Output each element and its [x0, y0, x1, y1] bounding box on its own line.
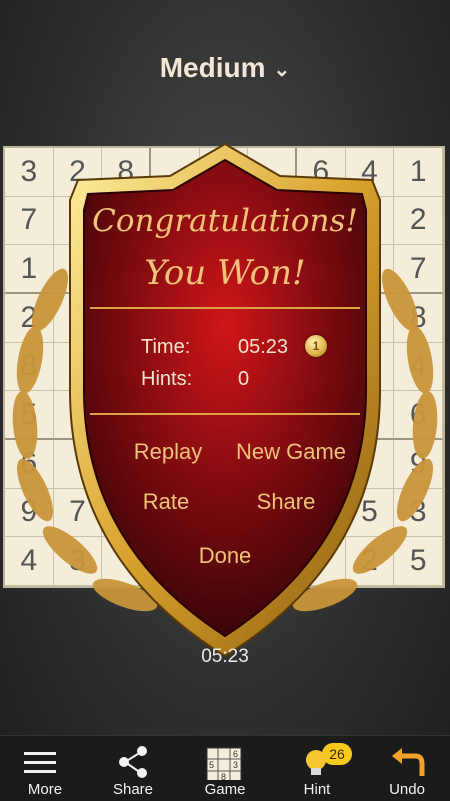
share-icon	[119, 746, 147, 778]
congratulations-title: Congratulations!	[92, 203, 358, 239]
menu-icon	[24, 752, 56, 773]
time-value: 05:23	[238, 336, 289, 358]
difficulty-label: Medium	[159, 52, 266, 83]
svg-text:3: 3	[233, 760, 238, 770]
sudoku-grid-icon: 6 5 3 8	[206, 747, 242, 780]
divider	[90, 307, 360, 309]
share-label: Share	[112, 781, 154, 798]
hint-label: Hint	[303, 781, 331, 798]
board-cell[interactable]: 2	[394, 196, 443, 246]
difficulty-selector[interactable]: Medium ⌄	[0, 52, 450, 84]
more-button[interactable]: More	[0, 736, 90, 801]
game-button[interactable]: 6 5 3 8 Game	[180, 736, 270, 801]
rate-button[interactable]: Rate	[118, 489, 214, 515]
hints-label: Hints:	[141, 368, 193, 390]
bottom-nav: More Share 6 5 3 8 Game 26 Hint Undo	[0, 735, 450, 801]
hint-count-badge: 26	[322, 743, 352, 765]
coin-icon: 1	[305, 335, 327, 357]
game-label: Game	[204, 781, 246, 798]
svg-text:8: 8	[221, 772, 226, 780]
replay-button[interactable]: Replay	[118, 439, 218, 465]
time-label: Time:	[141, 336, 191, 358]
chevron-down-icon: ⌄	[273, 59, 291, 82]
board-cell[interactable]: 7	[5, 196, 54, 246]
hint-button[interactable]: 26 Hint	[272, 736, 362, 801]
board-cell[interactable]: 3	[5, 148, 54, 197]
undo-label: Undo	[389, 781, 425, 798]
done-button[interactable]: Done	[175, 543, 275, 569]
new-game-button[interactable]: New Game	[228, 439, 354, 465]
hints-value: 0	[238, 368, 250, 390]
more-label: More	[27, 781, 63, 798]
game-timer: 05:23	[201, 646, 249, 667]
win-dialog: Congratulations! You Won! Time: 05:23 1 …	[78, 195, 372, 625]
you-won-title: You Won!	[144, 253, 306, 293]
svg-text:5: 5	[209, 760, 214, 770]
share-button[interactable]: Share	[236, 489, 336, 515]
divider	[90, 413, 360, 415]
share-nav-button[interactable]: Share	[88, 736, 178, 801]
board-cell[interactable]: 1	[394, 148, 443, 197]
svg-text:6: 6	[233, 749, 238, 759]
undo-button[interactable]: Undo	[362, 736, 450, 801]
undo-icon	[392, 748, 425, 776]
